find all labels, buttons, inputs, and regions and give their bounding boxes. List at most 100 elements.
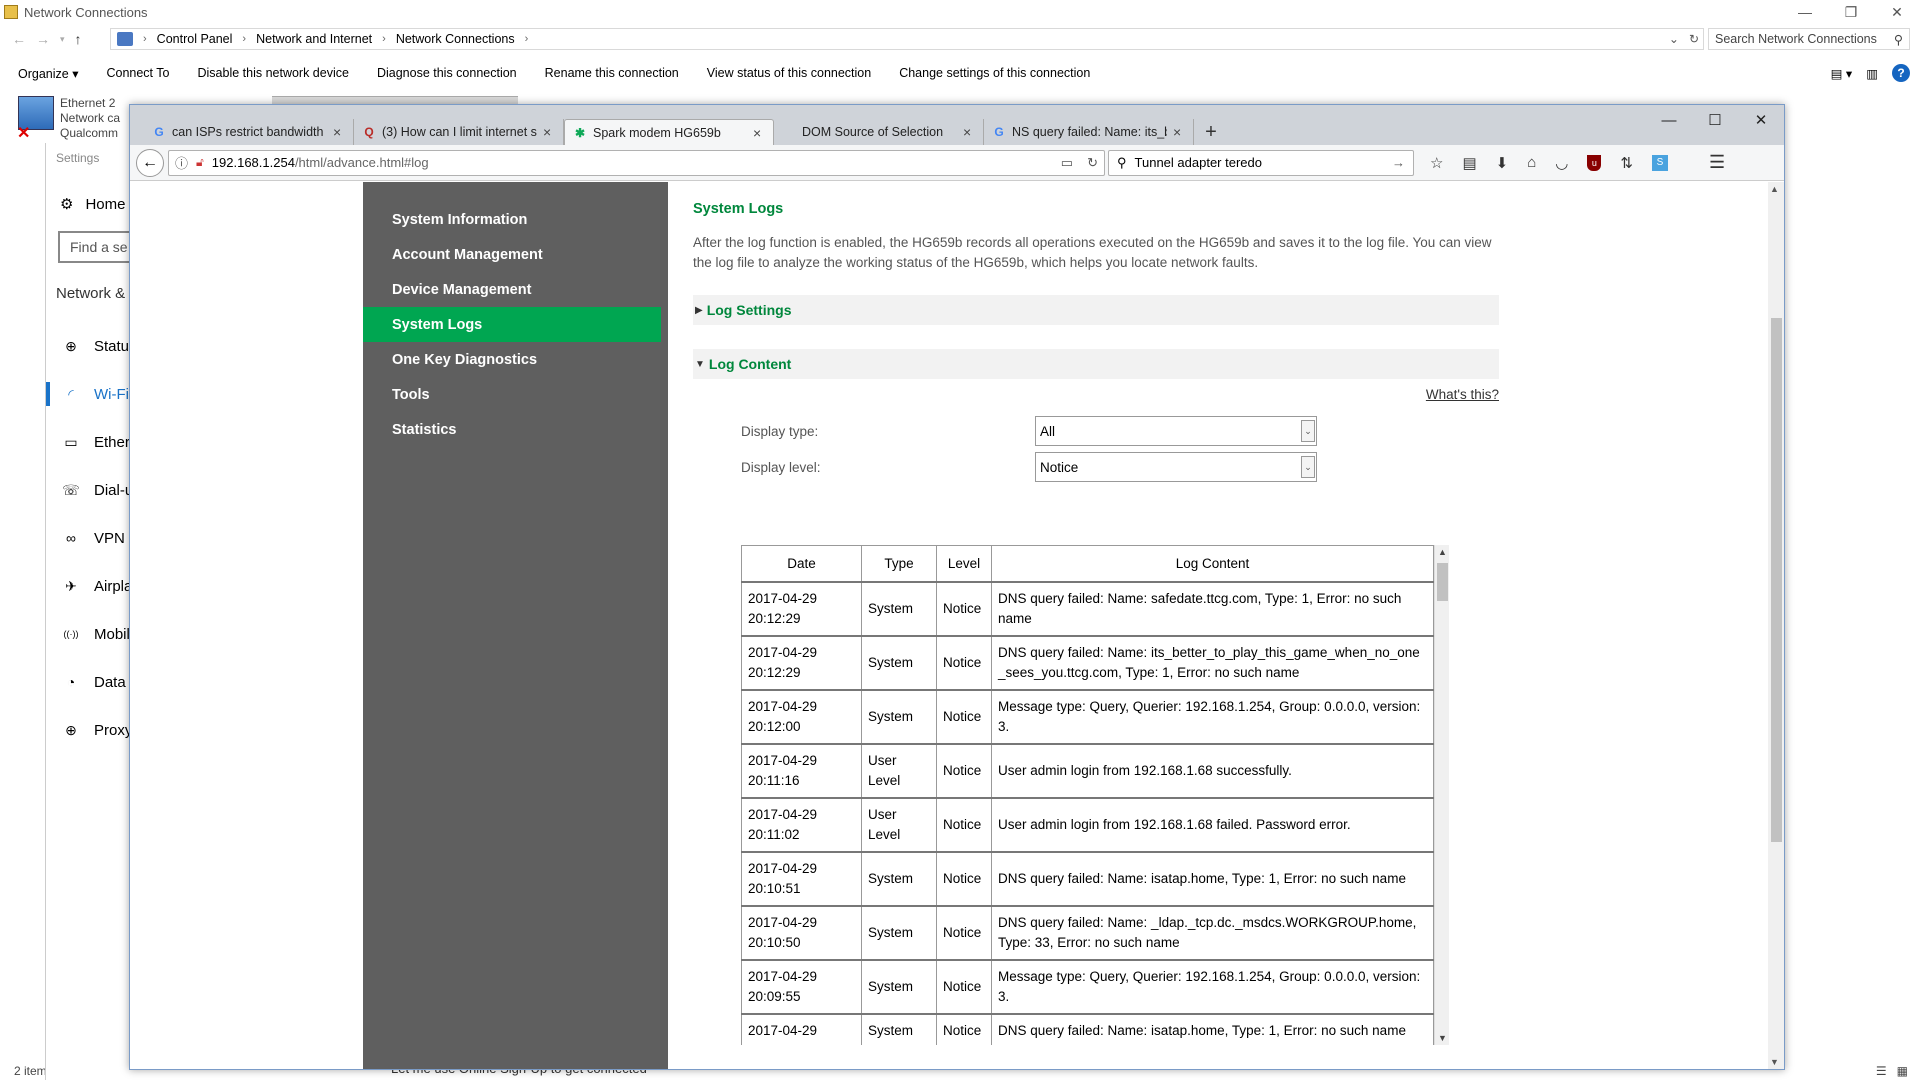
diagnose-button[interactable]: Diagnose this connection	[363, 66, 531, 80]
tab-spark-modem[interactable]: ✱ Spark modem HG659b ×	[564, 119, 774, 145]
dropdown-chevron-icon[interactable]: ⌄	[1669, 32, 1679, 46]
breadcrumb-network-connections[interactable]: Network Connections	[396, 32, 515, 46]
nav-label: Airpla	[94, 577, 133, 595]
restore-icon[interactable]: ❐	[1828, 0, 1874, 24]
menu-system-information[interactable]: System Information	[363, 202, 668, 237]
search-icon: ⚲	[1117, 154, 1127, 170]
page-icon	[782, 125, 796, 139]
home-icon[interactable]: ⌂	[1527, 154, 1536, 171]
help-icon[interactable]: ?	[1892, 64, 1910, 82]
disable-device-button[interactable]: Disable this network device	[183, 66, 362, 80]
menu-account-management[interactable]: Account Management	[363, 237, 668, 272]
recent-chevron-icon[interactable]: ▾	[60, 34, 65, 45]
log-content-section[interactable]: ▼ Log Content	[693, 349, 1499, 379]
pocket-icon[interactable]: ◡	[1555, 154, 1568, 172]
new-tab-button[interactable]: +	[1194, 119, 1228, 145]
forward-arrow-icon[interactable]: →	[36, 31, 50, 47]
scrollbar-thumb[interactable]	[1437, 563, 1448, 601]
up-arrow-icon[interactable]: ↑	[75, 31, 82, 47]
scroll-up-icon[interactable]: ▲	[1770, 184, 1779, 194]
tab-ns-query-failed[interactable]: G NS query failed: Name: its_b ×	[984, 119, 1194, 145]
vpn-icon: ∞	[66, 530, 76, 546]
display-type-select[interactable]: All ⌄	[1035, 416, 1317, 446]
breadcrumb[interactable]: › Control Panel › Network and Internet ›…	[110, 28, 1704, 50]
chevron-right-icon[interactable]: ›	[143, 33, 147, 45]
ethernet-2-item[interactable]: ✕ Ethernet 2 Network ca Qualcomm	[17, 96, 120, 142]
explorer-search-input[interactable]: Search Network Connections ⚲	[1708, 28, 1910, 50]
change-settings-button[interactable]: Change settings of this connection	[885, 66, 1104, 80]
reader-view-icon[interactable]: ▭	[1061, 155, 1073, 171]
insecure-lock-icon[interactable]: 🔓︎	[196, 155, 204, 170]
menu-tools[interactable]: Tools	[363, 377, 668, 412]
menu-system-logs[interactable]: System Logs	[363, 307, 661, 342]
reload-icon[interactable]: ↻	[1087, 155, 1098, 171]
close-tab-icon[interactable]: ×	[1173, 124, 1185, 140]
view-status-button[interactable]: View status of this connection	[693, 66, 885, 80]
network-connections-icon	[4, 5, 18, 19]
sync-icon[interactable]: ⇅	[1620, 154, 1633, 172]
info-icon[interactable]: ⓘ	[175, 153, 188, 172]
refresh-icon[interactable]: ↻	[1689, 32, 1699, 46]
back-arrow-icon[interactable]: ←	[12, 31, 26, 47]
download-icon[interactable]: ⬇	[1496, 154, 1509, 172]
chevron-down-icon: ⌄	[1301, 420, 1315, 442]
page-scrollbar[interactable]: ▲ ▼	[1768, 182, 1784, 1069]
scroll-up-icon[interactable]: ▲	[1438, 547, 1447, 557]
tab-dom-source[interactable]: DOM Source of Selection ×	[774, 119, 984, 145]
breadcrumb-network-internet[interactable]: Network and Internet	[256, 32, 372, 46]
menu-one-key-diagnostics[interactable]: One Key Diagnostics	[363, 342, 668, 377]
log-settings-section[interactable]: ▶ Log Settings	[693, 295, 1499, 325]
close-tab-icon[interactable]: ×	[753, 125, 765, 141]
data-usage-icon: ◔	[66, 674, 76, 690]
breadcrumb-control-panel[interactable]: Control Panel	[157, 32, 233, 46]
log-table-scrollbar[interactable]: ▲ ▼	[1434, 545, 1449, 1045]
log-content: User admin login from 192.168.1.68 faile…	[991, 797, 1434, 853]
search-go-arrow-icon[interactable]: →	[1392, 155, 1405, 170]
explorer-titlebar: Network Connections	[0, 0, 1920, 24]
router-admin-page: System Information Account Management De…	[363, 182, 1529, 1069]
minimize-icon[interactable]: —	[1646, 105, 1692, 135]
log-type: System	[861, 1013, 937, 1045]
log-table-container[interactable]: Date Type Level Log Content 2017-04-29 2…	[741, 545, 1449, 1045]
close-tab-icon[interactable]: ×	[333, 124, 345, 140]
tab-quora-limit-internet[interactable]: Q (3) How can I limit internet s ×	[354, 119, 564, 145]
ublock-icon[interactable]: u	[1587, 154, 1602, 171]
tab-isp-bandwidth[interactable]: G can ISPs restrict bandwidth o ×	[144, 119, 354, 145]
scroll-down-icon[interactable]: ▼	[1438, 1033, 1447, 1043]
display-level-select[interactable]: Notice ⌄	[1035, 452, 1317, 482]
search-bar[interactable]: ⚲ Tunnel adapter teredo →	[1108, 149, 1414, 176]
bookmarks-list-icon[interactable]: ▤	[1462, 154, 1476, 172]
rename-button[interactable]: Rename this connection	[531, 66, 693, 80]
menu-statistics[interactable]: Statistics	[363, 412, 668, 447]
chevron-right-icon[interactable]: ›	[525, 33, 529, 45]
close-icon[interactable]: ✕	[1874, 0, 1920, 24]
explorer-nav-buttons: ← → ▾ ↑	[0, 31, 110, 47]
tiles-view-icon[interactable]: ▦	[1897, 1064, 1908, 1078]
explorer-address-row: ← → ▾ ↑ › Control Panel › Network and In…	[0, 28, 1920, 50]
log-content: Message type: Query, Querier: 192.168.1.…	[991, 959, 1434, 1015]
log-type: System	[861, 851, 937, 907]
view-options-icon[interactable]: ▤ ▾	[1831, 66, 1853, 81]
chevron-right-icon[interactable]: ›	[382, 33, 386, 45]
minimize-icon[interactable]: —	[1782, 0, 1828, 24]
details-view-icon[interactable]: ☰	[1876, 1064, 1887, 1078]
nav-label: VPN	[94, 529, 125, 547]
url-bar[interactable]: ⓘ 🔓︎ 192.168.1.254/html/advance.html#log…	[168, 149, 1105, 176]
extension-icon[interactable]: S	[1651, 154, 1668, 171]
organize-button[interactable]: Organize ▾	[0, 66, 92, 81]
back-button[interactable]: ←	[136, 148, 164, 177]
chevron-right-icon[interactable]: ›	[242, 33, 246, 45]
close-icon[interactable]: ✕	[1738, 105, 1784, 135]
connect-to-button[interactable]: Connect To	[92, 66, 183, 80]
close-tab-icon[interactable]: ×	[963, 124, 975, 140]
bookmark-star-icon[interactable]: ☆	[1430, 154, 1443, 172]
disconnected-x-icon: ✕	[17, 125, 31, 142]
scrollbar-thumb[interactable]	[1771, 318, 1782, 842]
menu-device-management[interactable]: Device Management	[363, 272, 668, 307]
scroll-down-icon[interactable]: ▼	[1770, 1057, 1779, 1067]
hamburger-menu-icon[interactable]: ☰	[1709, 152, 1725, 173]
close-tab-icon[interactable]: ×	[543, 124, 555, 140]
whats-this-link[interactable]: What's this?	[693, 387, 1499, 402]
maximize-icon[interactable]: ☐	[1692, 105, 1738, 135]
preview-pane-icon[interactable]: ▥	[1866, 66, 1878, 81]
